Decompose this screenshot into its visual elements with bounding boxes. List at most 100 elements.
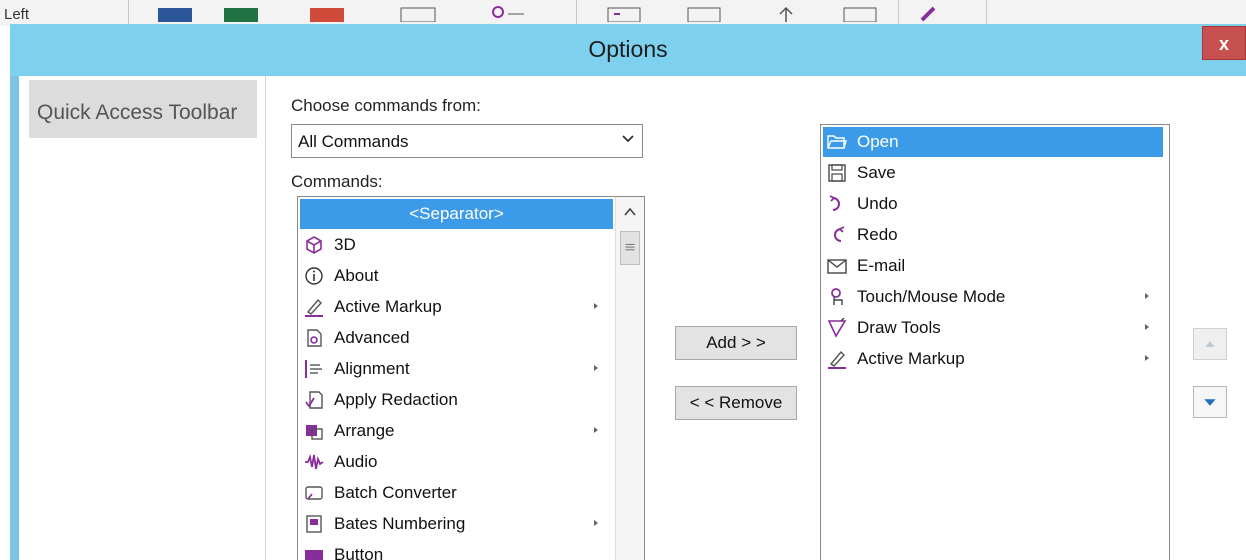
- ribbon-separator: [128, 0, 129, 24]
- list-item[interactable]: Bates Numbering: [300, 509, 613, 539]
- redaction-icon: [305, 391, 323, 409]
- list-item[interactable]: Redo: [823, 220, 1163, 250]
- screen: Left Options x Quick Access Toolbar Choo…: [0, 0, 1246, 560]
- list-item-label: <Separator>: [409, 204, 504, 223]
- cube-icon: [306, 236, 322, 254]
- list-item-label: Button: [334, 545, 384, 560]
- list-item[interactable]: Apply Redaction: [300, 385, 613, 415]
- list-item[interactable]: <Separator>: [300, 199, 613, 229]
- ribbon-separator: [576, 0, 577, 24]
- dialog-content: Quick Access Toolbar Choose commands fro…: [19, 76, 1246, 560]
- list-item[interactable]: Audio: [300, 447, 613, 477]
- dialog-title: Options: [588, 36, 668, 62]
- list-item-label: Batch Converter: [334, 483, 457, 502]
- ribbon-separator: [898, 0, 899, 24]
- add-button[interactable]: Add > >: [675, 326, 797, 360]
- close-button[interactable]: x: [1202, 26, 1246, 60]
- list-item-label: Arrange: [334, 421, 395, 440]
- scroll-up-arrow-icon[interactable]: [621, 203, 639, 221]
- powerpoint-icon[interactable]: [310, 6, 344, 22]
- submenu-arrow-icon: [594, 520, 598, 526]
- list-item-label: Active Markup: [334, 297, 442, 316]
- button-icon: [305, 550, 323, 560]
- list-item[interactable]: Draw Tools: [823, 313, 1163, 343]
- list-item-label: About: [334, 266, 379, 285]
- triangle-down-icon: [1204, 399, 1216, 406]
- list-item[interactable]: Undo: [823, 189, 1163, 219]
- grip-icon: [625, 243, 635, 251]
- blank-page-icon[interactable]: [400, 6, 436, 22]
- choose-commands-dropdown[interactable]: All Commands: [291, 124, 643, 158]
- list-item-label: Touch/Mouse Mode: [857, 287, 1006, 306]
- batch-converter-icon: [305, 486, 323, 500]
- frame-icon[interactable]: [842, 6, 878, 22]
- submenu-arrow-icon: [1145, 293, 1149, 299]
- submenu-arrow-icon: [1145, 324, 1149, 330]
- redo-icon: [834, 226, 845, 242]
- move-down-button[interactable]: [1193, 386, 1227, 418]
- move-up-button[interactable]: [1193, 328, 1227, 360]
- options-dialog: Options x Quick Access Toolbar Choose co…: [10, 24, 1246, 560]
- list-item[interactable]: Active Markup: [300, 292, 613, 322]
- list-item-label: 3D: [334, 235, 356, 254]
- info-icon: [305, 267, 323, 285]
- list-item[interactable]: Button: [300, 540, 613, 560]
- list-item-label: Active Markup: [857, 349, 965, 368]
- ribbon-separator: [986, 0, 987, 24]
- dialog-title-bar[interactable]: Options: [10, 24, 1246, 76]
- list-item[interactable]: Batch Converter: [300, 478, 613, 508]
- arrow-up-icon[interactable]: [776, 6, 796, 22]
- list-item[interactable]: 3D: [300, 230, 613, 260]
- list-item[interactable]: E-mail: [823, 251, 1163, 281]
- pen-icon: [305, 298, 323, 317]
- list-item-label: E-mail: [857, 256, 906, 275]
- background-ribbon: Left: [0, 0, 1246, 26]
- list-item[interactable]: Alignment: [300, 354, 613, 384]
- ribbon-left-label: Left: [4, 6, 30, 23]
- list-item-label: Redo: [857, 225, 898, 244]
- list-item[interactable]: Save: [823, 158, 1163, 188]
- scrollbar-thumb[interactable]: [620, 231, 640, 265]
- page-insert-icon[interactable]: [606, 6, 642, 22]
- search-tool-icon[interactable]: [486, 6, 526, 22]
- list-item[interactable]: Arrange: [300, 416, 613, 446]
- commands-list[interactable]: <Separator> 3D About Active Markup Advan…: [297, 196, 645, 560]
- marker-icon[interactable]: [918, 6, 938, 22]
- commands-scrollbar[interactable]: [615, 197, 644, 560]
- dropdown-selected-value: All Commands: [298, 132, 409, 151]
- commands-label: Commands:: [291, 172, 383, 191]
- arrange-icon: [306, 425, 323, 440]
- submenu-arrow-icon: [594, 427, 598, 433]
- submenu-arrow-icon: [594, 303, 598, 309]
- list-item-label: Open: [857, 132, 899, 151]
- chevron-down-icon: [622, 135, 634, 143]
- draw-tools-icon: [827, 318, 847, 338]
- bates-numbering-icon: [306, 515, 322, 533]
- list-item[interactable]: Active Markup: [823, 344, 1163, 374]
- list-item-label: Undo: [857, 194, 898, 213]
- list-item-label: Apply Redaction: [334, 390, 458, 409]
- document-gear-icon: [307, 329, 322, 347]
- list-item[interactable]: Advanced: [300, 323, 613, 353]
- choose-commands-label: Choose commands from:: [291, 96, 481, 115]
- remove-button[interactable]: < < Remove: [675, 386, 797, 420]
- align-icon: [305, 360, 322, 378]
- submenu-arrow-icon: [594, 365, 598, 371]
- word-icon[interactable]: [158, 6, 192, 22]
- list-item-label: Draw Tools: [857, 318, 941, 337]
- list-item[interactable]: About: [300, 261, 613, 291]
- page-extract-icon[interactable]: [686, 6, 722, 22]
- list-item-label: Save: [857, 163, 896, 182]
- save-icon: [828, 164, 846, 182]
- list-item-label: Alignment: [334, 359, 410, 378]
- touch-icon: [831, 288, 843, 305]
- pen-icon: [828, 350, 846, 369]
- audio-wave-icon: [305, 453, 324, 470]
- excel-icon[interactable]: [224, 6, 258, 22]
- list-item[interactable]: Open: [823, 127, 1163, 157]
- nav-item-quick-access-toolbar[interactable]: Quick Access Toolbar: [29, 80, 257, 138]
- options-nav: Quick Access Toolbar: [19, 76, 266, 560]
- toolbar-commands-list[interactable]: Open Save Undo Redo E-mail Touch/Mouse M…: [820, 124, 1170, 560]
- list-item[interactable]: Touch/Mouse Mode: [823, 282, 1163, 312]
- folder-open-icon: [827, 135, 847, 149]
